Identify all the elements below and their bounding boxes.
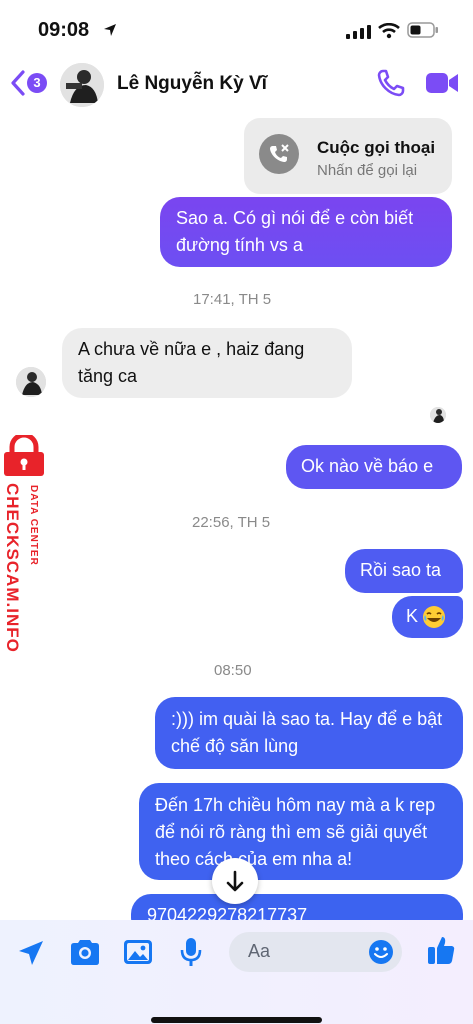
sent-message[interactable]: Sao a. Có gì nói để e còn biết đường tín… [160, 197, 452, 267]
timestamp: 17:41, TH 5 [193, 291, 272, 308]
read-receipt-avatar [430, 407, 446, 423]
message-input[interactable]: Aa [229, 932, 402, 972]
chevron-left-icon [11, 70, 25, 96]
message-text: :))) im quài là sao ta. Hay để e bật chế… [171, 709, 443, 756]
microphone-icon[interactable] [178, 936, 204, 968]
call-title: Cuộc gọi thoại [317, 138, 436, 157]
emoji-icon[interactable] [368, 939, 394, 965]
missed-call-icon [259, 134, 299, 174]
message-composer: Aa [0, 920, 473, 1024]
missed-call-card[interactable]: Cuộc gọi thoại Nhấn để gọi lại [244, 118, 452, 194]
watermark: CHECKSCAM.INFO DATA CENTER [0, 435, 52, 665]
laughing-emoji-icon [423, 606, 445, 628]
message-input-placeholder: Aa [248, 941, 271, 961]
watermark-brand: CHECKSCAM.INFO [3, 483, 22, 653]
contact-avatar-small[interactable] [16, 367, 46, 397]
send-location-icon[interactable] [16, 938, 46, 968]
home-indicator [151, 1017, 322, 1023]
timestamp: 08:50 [214, 662, 252, 679]
avatar-image [60, 63, 104, 107]
wifi-icon [378, 23, 400, 39]
timestamp: 22:56, TH 5 [192, 514, 271, 531]
sent-message[interactable]: Đến 17h chiều hôm nay mà a k rep để nói … [139, 783, 463, 880]
sent-message[interactable]: Ok nào về báo e [286, 445, 462, 489]
call-subtitle: Nhấn để gọi lại [317, 162, 418, 179]
message-text: K [406, 606, 419, 626]
back-button[interactable] [10, 70, 26, 101]
battery-icon [407, 22, 438, 38]
contact-name[interactable]: Lê Nguyễn Kỳ Vĩ [117, 73, 267, 95]
sent-message[interactable]: K [392, 596, 463, 638]
photo-gallery-icon[interactable] [122, 938, 154, 966]
conversation-header: 3 Lê Nguyễn Kỳ Vĩ [0, 58, 473, 116]
message-text: A chưa về nữa e , haiz đang tăng ca [78, 339, 305, 386]
padlock-logo-icon [4, 435, 44, 476]
location-arrow-icon [104, 24, 116, 36]
unread-count-badge: 3 [27, 73, 47, 93]
sent-message[interactable]: :))) im quài là sao ta. Hay để e bật chế… [155, 697, 463, 769]
camera-icon[interactable] [68, 938, 102, 966]
watermark-subtitle: DATA CENTER [28, 485, 39, 566]
clock: 09:08 [38, 19, 90, 41]
scroll-to-bottom-button[interactable] [212, 858, 258, 904]
phone-call-icon[interactable] [376, 68, 406, 98]
received-message[interactable]: A chưa về nữa e , haiz đang tăng ca [62, 328, 352, 398]
video-call-icon[interactable] [425, 70, 459, 96]
arrow-down-icon [226, 870, 244, 892]
message-text: Rồi sao ta [360, 560, 442, 580]
sent-message[interactable]: Rồi sao ta [345, 549, 463, 593]
message-text: Ok nào về báo e [301, 456, 434, 476]
contact-avatar[interactable] [60, 63, 104, 107]
thumbs-up-icon[interactable] [426, 934, 456, 966]
status-bar: 09:08 [0, 0, 473, 58]
cellular-signal-icon [346, 25, 371, 39]
message-text: Sao a. Có gì nói để e còn biết đường tín… [176, 208, 414, 255]
message-text: Đến 17h chiều hôm nay mà a k rep để nói … [155, 795, 436, 869]
